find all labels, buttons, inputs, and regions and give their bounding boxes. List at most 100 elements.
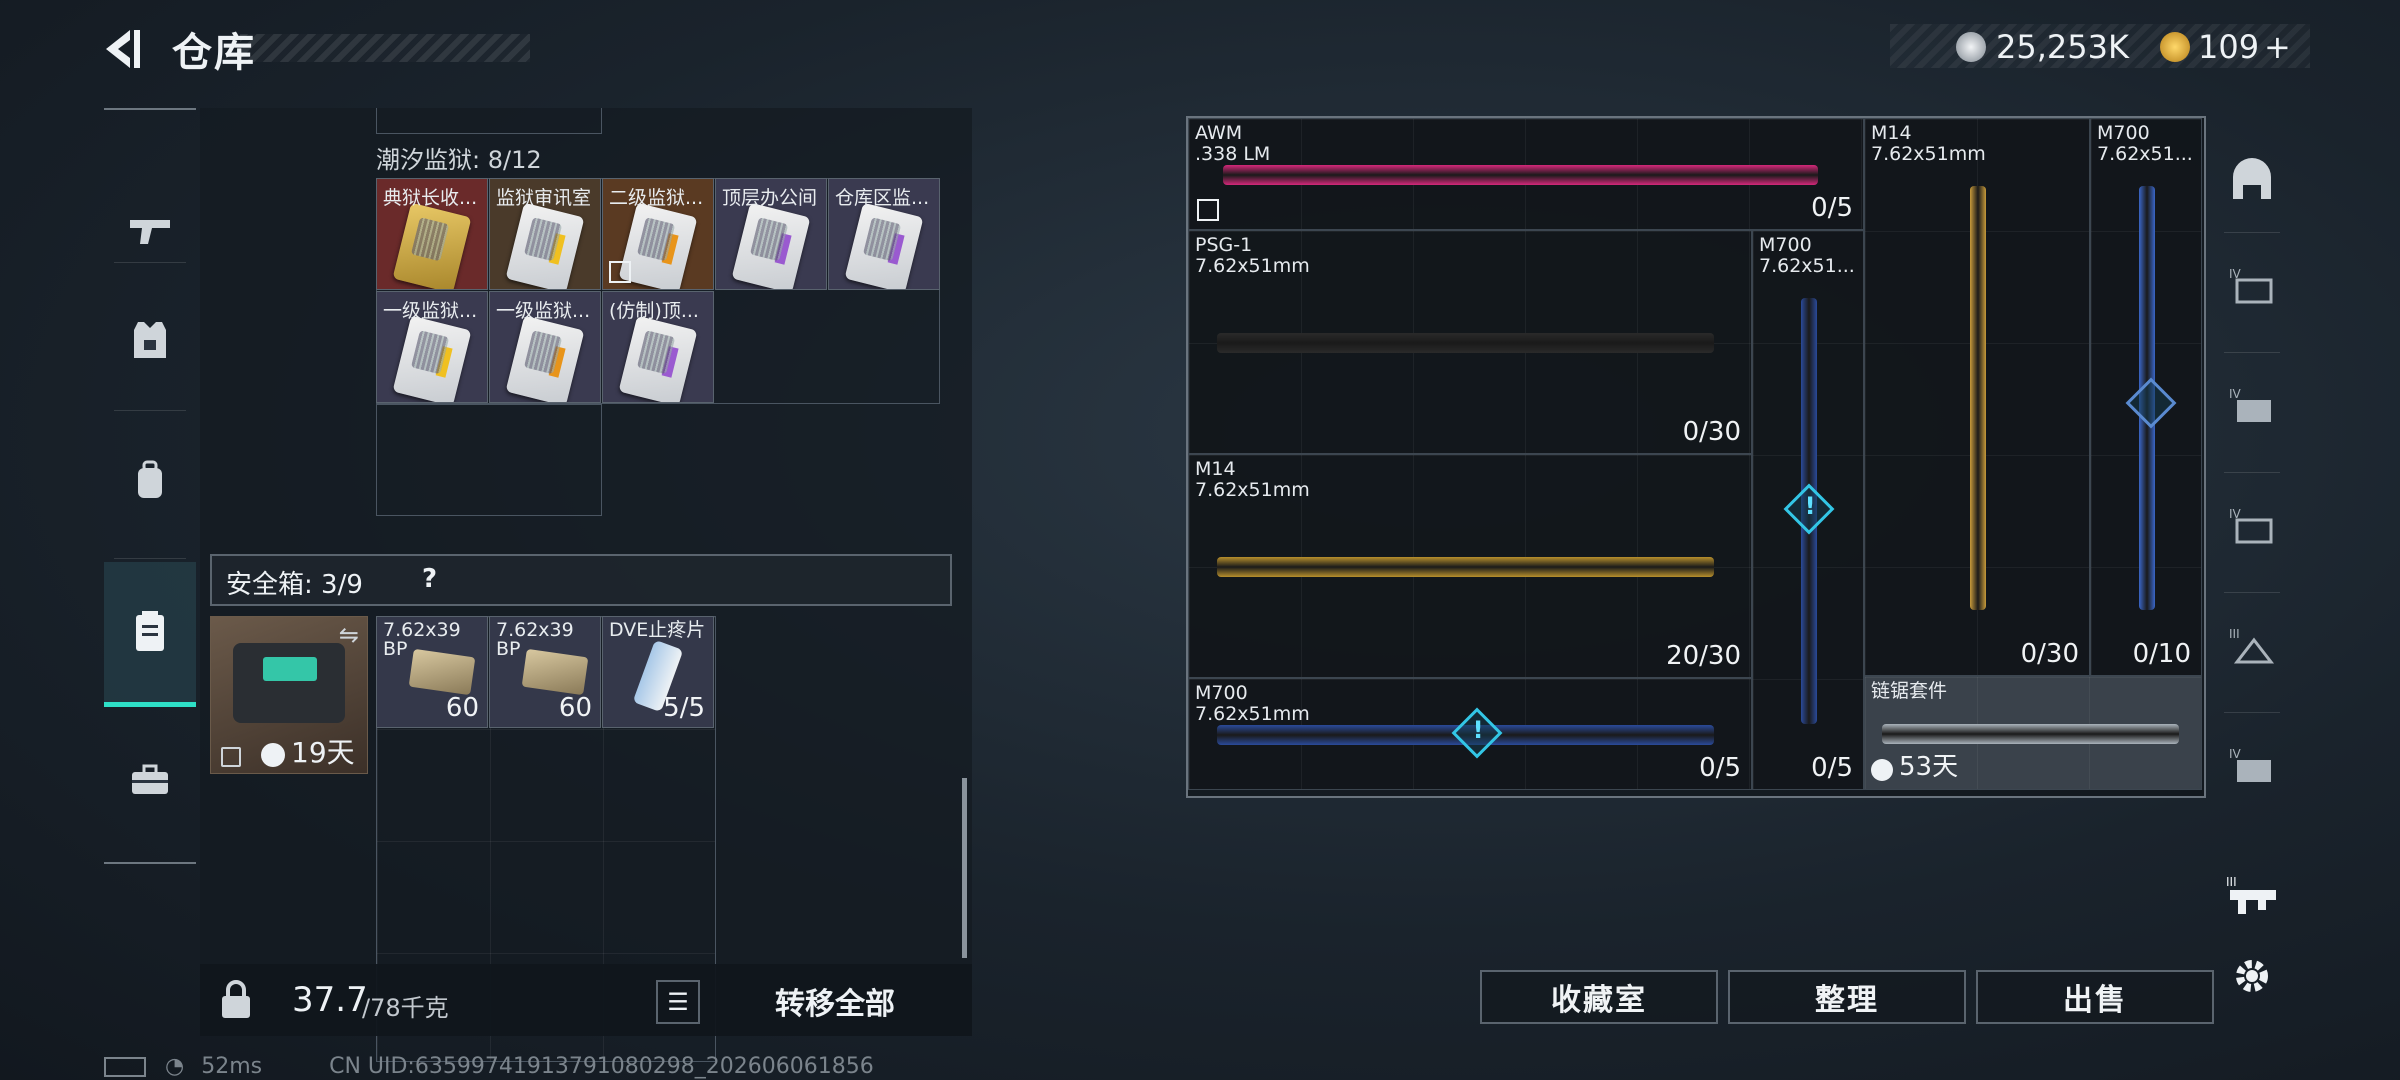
clock-icon — [261, 743, 285, 767]
weapon-label: M700 7.62x51... — [1759, 235, 1855, 277]
nav-all-storage[interactable] — [2210, 130, 2294, 230]
uid-text: CN UID:63599741913791080298_202606061856 — [329, 1054, 874, 1079]
nav-armor[interactable] — [104, 270, 196, 410]
helmet-icon — [2233, 158, 2271, 199]
weapon-item[interactable]: M700 7.62x51... 0/5! — [1752, 230, 1864, 790]
add-gems-button[interactable]: + — [2264, 28, 2291, 66]
weapon-name: M14 — [1871, 122, 1912, 144]
safebox-icon — [136, 611, 164, 651]
svg-text:III: III — [2226, 875, 2237, 889]
item-label: 顶层办公间 — [722, 187, 818, 209]
armor-icon — [134, 322, 166, 358]
safebox-item[interactable]: DVE止疼片 5/5 — [602, 616, 714, 728]
section-title: 潮汐监狱: 8/12 — [376, 146, 542, 174]
key-card-item[interactable]: 典狱长收... — [376, 178, 488, 290]
storage-level-iv-icon: IV — [2229, 747, 2271, 782]
weapon-name: M700 — [1759, 234, 1812, 256]
nav-safebox[interactable] — [104, 562, 196, 707]
safebox-label: 安全箱: 3/9 — [226, 570, 363, 600]
weapon-name: PSG-1 — [1195, 234, 1253, 256]
storage-level-iv-icon: IV — [2229, 387, 2271, 422]
key-card-item[interactable]: 顶层办公间 — [715, 178, 827, 290]
wifi-icon: ◔ — [165, 1054, 185, 1079]
key-card-item[interactable]: 一级监狱... — [376, 291, 488, 403]
key-card-item[interactable]: 二级监狱... — [602, 178, 714, 290]
item-label: 监狱审讯室 — [496, 187, 592, 209]
partial-card-row — [376, 108, 602, 134]
nav-backpack[interactable] — [104, 410, 196, 550]
weapon-label: M14 7.62x51mm — [1195, 459, 1310, 501]
safebox-timer: 19天 — [291, 736, 355, 769]
ammo-count: 0/30 — [1682, 417, 1741, 447]
scrollbar[interactable] — [962, 778, 967, 958]
item-count: 60 — [558, 693, 592, 723]
ammo-count: 0/5 — [1699, 753, 1741, 783]
nav-storage-iv-a[interactable]: IV — [2210, 236, 2294, 336]
weapon-ammo: 7.62x51mm — [1195, 255, 1310, 277]
weapon-item[interactable]: M14 7.62x51mm 0/30 — [1864, 118, 2090, 676]
weapon-label: M700 7.62x51mm — [1195, 683, 1310, 725]
collection-room-button[interactable]: 收藏室 — [1480, 970, 1718, 1024]
weight-current: 37.7 — [292, 980, 368, 1020]
ammo-count: 20/30 — [1666, 641, 1741, 671]
organize-button[interactable]: 整理 — [1728, 970, 1966, 1024]
weapon-name: M700 — [1195, 682, 1248, 704]
weapon-label: M700 7.62x51... — [2097, 123, 2193, 165]
storage-level-iv-icon: IV — [2229, 267, 2273, 304]
key-card-icon — [731, 202, 811, 289]
gun-icon — [130, 220, 170, 244]
gear-icon — [2236, 960, 2268, 992]
weapon-item[interactable]: M14 7.62x51mm 20/30 — [1188, 454, 1752, 678]
key-card-item[interactable]: (仿制)顶... — [602, 291, 714, 403]
safebox-item[interactable]: 7.62x39 BP 60 — [376, 616, 488, 728]
key-card-item[interactable]: 仓库区监... — [828, 178, 940, 290]
category-nav — [104, 108, 196, 864]
key-card-icon — [844, 202, 924, 289]
weapon-image — [1217, 557, 1714, 577]
list-view-button[interactable]: ☰ — [656, 980, 700, 1024]
safebox-item[interactable]: 7.62x39 BP 60 — [489, 616, 601, 728]
weapon-item[interactable]: PSG-1 7.62x51mm 0/30 — [1188, 230, 1752, 454]
item-label: DVE止疼片 — [609, 619, 706, 641]
key-card-item[interactable]: 监狱审讯室 — [489, 178, 601, 290]
bottom-bar: 37.7 /78千克 ☰ 转移全部 — [200, 964, 972, 1036]
weapon-item[interactable]: 链锯套件 53天 — [1864, 676, 2202, 790]
weapon-label: AWM .338 LM — [1195, 123, 1270, 165]
safebox-container[interactable]: ⇋ 19天 — [210, 616, 368, 774]
item-label: 一级监狱... — [496, 300, 591, 322]
item-label: (仿制)顶... — [609, 300, 699, 322]
nav-storage-iii[interactable]: III — [2210, 596, 2294, 696]
weapon-item[interactable]: AWM .338 LM 0/5 — [1188, 118, 1864, 230]
transfer-all-button[interactable]: 转移全部 — [710, 976, 960, 1026]
help-icon[interactable]: ? — [422, 564, 437, 594]
item-label: 典狱长收... — [383, 187, 478, 209]
settings-button[interactable] — [2210, 926, 2294, 1026]
nav-storage-iv-d[interactable]: IV — [2210, 716, 2294, 816]
weapon-item[interactable]: M700 7.62x51... 0/10 — [2090, 118, 2202, 676]
weapon-item[interactable]: M700 7.62x51mm 0/5! — [1188, 678, 1752, 790]
status-bar: ◔ 52ms CN UID:63599741913791080298_20260… — [104, 1054, 874, 1079]
back-arrow-icon[interactable] — [100, 26, 146, 72]
alert-icon — [2125, 377, 2177, 429]
sell-button[interactable]: 出售 — [1976, 970, 2214, 1024]
weapon-name: M700 — [2097, 122, 2150, 144]
weapon-name: AWM — [1195, 122, 1243, 144]
alert-icon: ! — [1783, 483, 1835, 535]
weapon-image — [1217, 333, 1714, 353]
item-label: 仓库区监... — [835, 187, 930, 209]
storage-category-nav: IV IV IV III IV III — [2210, 116, 2294, 1036]
weapon-ammo: 7.62x51mm — [1195, 703, 1310, 725]
left-inventory-panel: 潮汐监狱: 8/12 安全箱: 3/9 ? ⇋ 19天 37.7 /78千克 ☰… — [200, 108, 972, 1062]
nav-storage-iv-b[interactable]: IV — [2210, 356, 2294, 456]
ammo-count: 0/5 — [1811, 753, 1853, 783]
ammo-count: 0/5 — [1811, 193, 1853, 223]
svg-text:IV: IV — [2229, 387, 2242, 401]
nav-toolbox[interactable] — [104, 710, 196, 850]
key-card-icon — [392, 202, 472, 289]
nav-storage-iv-c[interactable]: IV — [2210, 476, 2294, 576]
weapon-ammo: 7.62x51... — [1759, 255, 1855, 277]
item-count: 5/5 — [663, 693, 705, 723]
weapon-ammo: .338 LM — [1195, 143, 1271, 165]
key-card-item[interactable]: 一级监狱... — [489, 291, 601, 403]
weapon-image — [1970, 185, 1986, 611]
